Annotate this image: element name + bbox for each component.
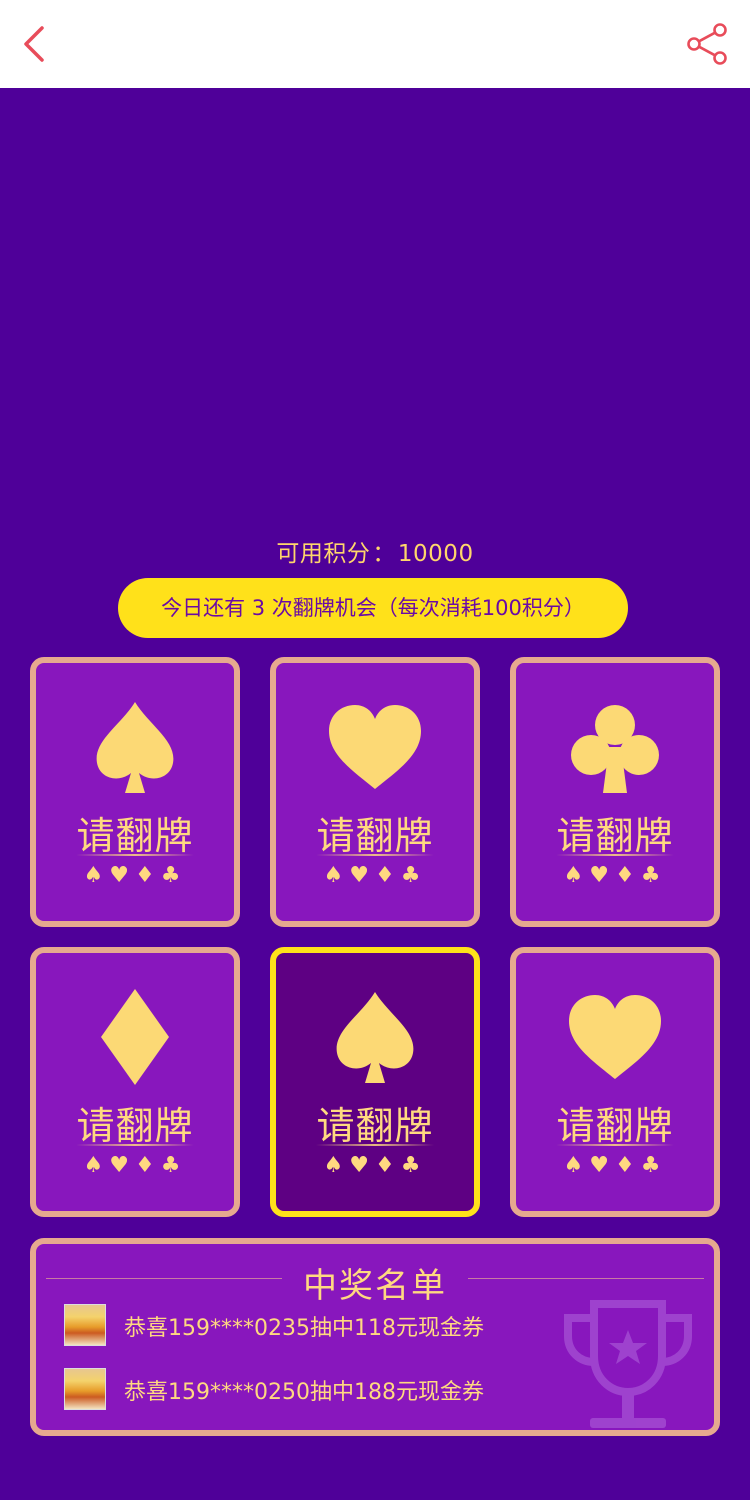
winner-text: 恭喜159****0235抽中118元现金券: [124, 1316, 484, 1341]
winner-text: 恭喜159****0250抽中188元现金券: [124, 1380, 484, 1405]
card-divider: [76, 854, 194, 856]
flip-card-4[interactable]: 请翻牌 ♠♥♦♣: [30, 947, 240, 1217]
points-separator: ：: [372, 541, 396, 567]
card-divider: [556, 854, 674, 856]
card-mini-suits: ♠♥♦♣: [323, 863, 427, 888]
heart-icon: [329, 705, 421, 789]
card-mini-suits: ♠♥♦♣: [83, 1153, 187, 1178]
points-label: 可用积分: [276, 541, 371, 567]
points-value: 10000: [397, 541, 474, 567]
flip-card-3[interactable]: 请翻牌 ♠♥♦♣: [510, 657, 720, 927]
flip-card-6[interactable]: 请翻牌 ♠♥♦♣: [510, 947, 720, 1217]
share-icon: [687, 23, 727, 65]
flip-card-1[interactable]: 请翻牌 ♠♥♦♣: [30, 657, 240, 927]
card-label: 请翻牌: [556, 814, 674, 858]
card-mini-suits: ♠♥♦♣: [563, 863, 667, 888]
flip-chances-pill: 今日还有 3 次翻牌机会（每次消耗100积分）: [118, 578, 628, 638]
winners-panel: 中奖名单 恭喜159****0235抽中118元现金券 恭喜159****025…: [30, 1238, 720, 1436]
card-mini-suits: ♠♥♦♣: [83, 863, 187, 888]
card-divider: [76, 1144, 194, 1146]
card-label: 请翻牌: [316, 1104, 434, 1148]
top-bar: [0, 0, 750, 88]
back-button[interactable]: [14, 22, 58, 66]
share-button[interactable]: [684, 20, 732, 68]
spade-icon: [336, 992, 414, 1083]
flip-card-2[interactable]: 请翻牌 ♠♥♦♣: [270, 657, 480, 927]
card-divider: [316, 1144, 434, 1146]
card-mini-suits: ♠♥♦♣: [563, 1153, 667, 1178]
flip-card-5-selected[interactable]: 请翻牌 ♠♥♦♣: [270, 947, 480, 1217]
heart-icon: [569, 995, 661, 1079]
spade-icon: [96, 702, 174, 793]
card-label: 请翻牌: [76, 814, 194, 858]
trophy-icon: [564, 1300, 692, 1428]
club-icon: [571, 705, 659, 793]
card-label: 请翻牌: [316, 814, 434, 858]
prize-thumbnail: [64, 1368, 106, 1410]
available-points: 可用积分：10000: [0, 534, 750, 568]
diamond-icon: [101, 989, 169, 1085]
card-mini-suits: ♠♥♦♣: [323, 1153, 427, 1178]
card-divider: [316, 854, 434, 856]
card-divider: [556, 1144, 674, 1146]
card-label: 请翻牌: [76, 1104, 194, 1148]
prize-thumbnail: [64, 1304, 106, 1346]
card-label: 请翻牌: [556, 1104, 674, 1148]
chevron-left-icon: [24, 26, 44, 62]
